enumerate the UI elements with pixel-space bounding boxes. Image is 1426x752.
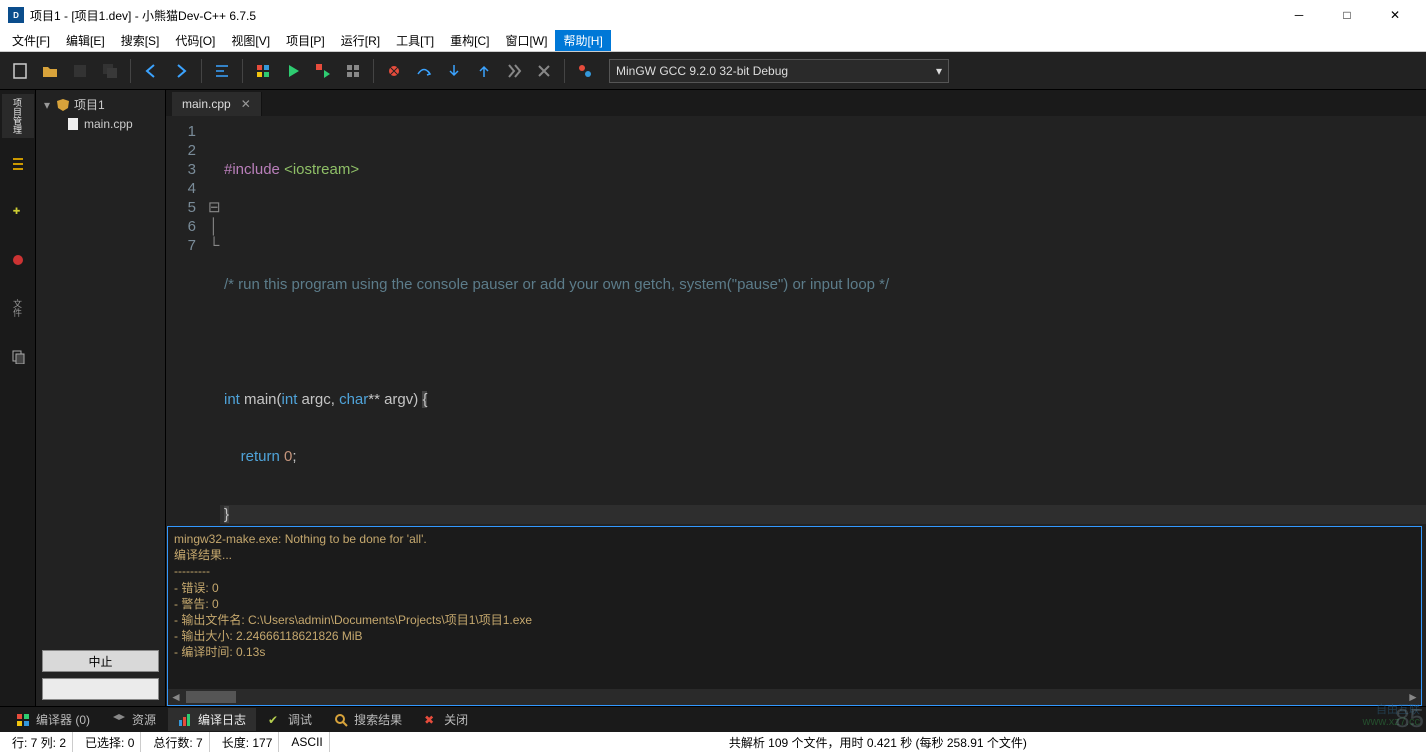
compiler-select[interactable]: MinGW GCC 9.2.0 32-bit Debug ▾ <box>609 59 949 83</box>
output-line: 编译结果... <box>174 547 1415 563</box>
debug-icon[interactable] <box>380 57 408 85</box>
step-out-icon[interactable] <box>470 57 498 85</box>
menu-run[interactable]: 运行[R] <box>333 30 388 51</box>
output-line: mingw32-make.exe: Nothing to be done for… <box>174 531 1415 547</box>
maximize-button[interactable]: □ <box>1324 0 1370 30</box>
status-length: 长度: 177 <box>216 732 280 752</box>
chevron-down-icon: ▾ <box>936 64 942 78</box>
output-hscrollbar[interactable]: ◄ ► <box>168 689 1421 705</box>
menu-help[interactable]: 帮助[H] <box>555 30 610 51</box>
scroll-left-icon[interactable]: ◄ <box>168 690 184 704</box>
menu-tools[interactable]: 工具[T] <box>388 30 442 51</box>
output-line: --------- <box>174 563 1415 579</box>
output-line: - 警告: 0 <box>174 596 1415 612</box>
menu-edit[interactable]: 编辑[E] <box>58 30 113 51</box>
status-line-col: 行: 7 列: 2 <box>6 732 73 752</box>
tree-root-label: 项目1 <box>74 96 105 113</box>
step-into-icon[interactable] <box>440 57 468 85</box>
check-icon: ✔ <box>268 713 282 727</box>
tree-root[interactable]: ▾ 项目1 <box>38 94 163 115</box>
switcher-copy-icon[interactable] <box>2 334 34 378</box>
collapse-icon[interactable]: ▾ <box>42 98 52 112</box>
tab-close-icon[interactable]: ✕ <box>241 97 251 111</box>
reformat-icon[interactable] <box>208 57 236 85</box>
open-file-icon[interactable] <box>36 57 64 85</box>
menu-search[interactable]: 搜索[S] <box>113 30 168 51</box>
close-icon: ✖ <box>424 713 438 727</box>
switcher-struct[interactable] <box>2 142 34 186</box>
run-icon[interactable] <box>279 57 307 85</box>
btab-compiler[interactable]: 编译器 (0) <box>6 708 100 731</box>
status-selection: 已选择: 0 <box>79 732 141 752</box>
toolbar: MinGW GCC 9.2.0 32-bit Debug ▾ <box>0 52 1426 90</box>
continue-icon[interactable] <box>500 57 528 85</box>
compile-icon[interactable] <box>249 57 277 85</box>
rebuild-icon[interactable] <box>339 57 367 85</box>
tree-item-label: main.cpp <box>84 117 133 131</box>
btab-log[interactable]: 编译日志 <box>168 708 256 731</box>
menu-code[interactable]: 代码[O] <box>167 30 223 51</box>
tab-label: main.cpp <box>182 97 231 111</box>
shield-icon <box>56 98 70 112</box>
step-over-icon[interactable] <box>410 57 438 85</box>
tab-main-cpp[interactable]: main.cpp ✕ <box>172 92 262 116</box>
status-bar: 行: 7 列: 2 已选择: 0 总行数: 7 长度: 177 ASCII 共解… <box>0 732 1426 752</box>
btab-close[interactable]: ✖ 关闭 <box>414 708 478 731</box>
add-watch-icon[interactable] <box>571 57 599 85</box>
title-bar: D 项目1 - [项目1.dev] - 小熊猫Dev-C++ 6.7.5 ─ □… <box>0 0 1426 30</box>
btab-findresults[interactable]: 搜索结果 <box>324 708 412 731</box>
save-icon[interactable] <box>66 57 94 85</box>
switcher-watch[interactable]: ✚ <box>2 190 34 234</box>
back-icon[interactable] <box>137 57 165 85</box>
output-panel[interactable]: mingw32-make.exe: Nothing to be done for… <box>167 526 1422 706</box>
scroll-right-icon[interactable]: ► <box>1405 690 1421 704</box>
compile-run-icon[interactable] <box>309 57 337 85</box>
bars-icon <box>178 713 192 727</box>
close-button[interactable]: ✕ <box>1372 0 1418 30</box>
new-file-icon[interactable] <box>6 57 34 85</box>
status-total-lines: 总行数: 7 <box>147 732 209 752</box>
search-icon <box>334 713 348 727</box>
cube-icon <box>112 713 126 727</box>
output-line: - 输出文件名: C:\Users\admin\Documents\Projec… <box>174 612 1415 628</box>
menu-view[interactable]: 视图[V] <box>223 30 278 51</box>
window-title: 项目1 - [项目1.dev] - 小熊猫Dev-C++ 6.7.5 <box>30 7 1276 24</box>
menu-file[interactable]: 文件[F] <box>4 30 58 51</box>
menu-refactor[interactable]: 重构[C] <box>442 30 497 51</box>
editor-tabs: main.cpp ✕ <box>166 90 1426 116</box>
tree-item-main[interactable]: main.cpp <box>38 115 163 133</box>
fold-toggle-icon[interactable]: ⊟ <box>204 198 220 217</box>
switcher-files[interactable]: 文件 <box>2 286 34 330</box>
btab-resources[interactable]: 资源 <box>102 708 166 731</box>
grid-icon <box>16 713 30 727</box>
menu-bar: 文件[F] 编辑[E] 搜索[S] 代码[O] 视图[V] 项目[P] 运行[R… <box>0 30 1426 52</box>
output-line: - 输出大小: 2.24666118621826 MiB <box>174 628 1415 644</box>
file-icon <box>66 117 80 131</box>
btab-debug[interactable]: ✔ 调试 <box>258 708 322 731</box>
minimize-button[interactable]: ─ <box>1276 0 1322 30</box>
switcher-project[interactable]: 项目管理 <box>2 94 34 138</box>
output-line: - 编译时间: 0.13s <box>174 644 1415 660</box>
switcher-debug[interactable] <box>2 238 34 282</box>
forward-icon[interactable] <box>167 57 195 85</box>
status-encoding: ASCII <box>285 732 329 752</box>
status-parse: 共解析 109 个文件，用时 0.421 秒 (每秒 258.91 个文件) <box>336 732 1420 752</box>
menu-window[interactable]: 窗口[W] <box>497 30 555 51</box>
menu-project[interactable]: 项目[P] <box>278 30 333 51</box>
compiler-selected-label: MinGW GCC 9.2.0 32-bit Debug <box>616 64 788 78</box>
bottom-tabs: 编译器 (0) 资源 编译日志 ✔ 调试 搜索结果 ✖ 关闭 <box>0 706 1426 732</box>
app-icon: D <box>8 7 24 23</box>
scroll-thumb[interactable] <box>186 691 236 703</box>
stop-debug-icon[interactable] <box>530 57 558 85</box>
save-all-icon[interactable] <box>96 57 124 85</box>
output-line: - 错误: 0 <box>174 580 1415 596</box>
